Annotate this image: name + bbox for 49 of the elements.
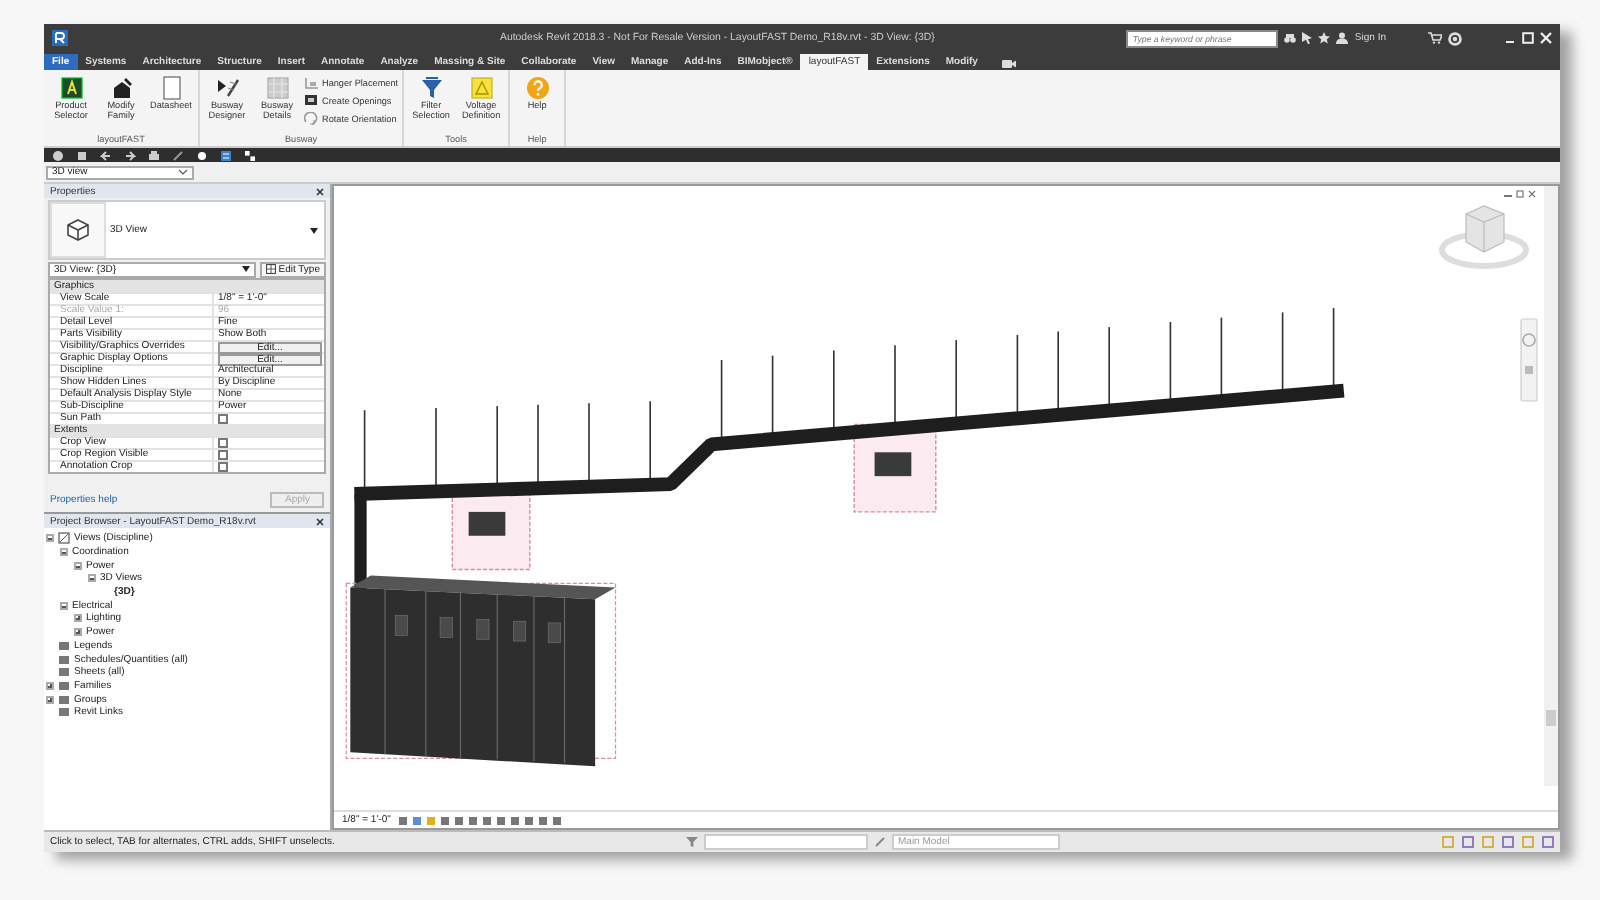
restore-icon[interactable] [1516,190,1526,198]
user-icon[interactable] [1336,32,1349,44]
checkbox[interactable] [218,450,228,460]
edit-icon[interactable] [874,836,886,848]
expand-icon[interactable] [74,614,82,623]
close-icon[interactable] [316,517,324,525]
app-logo-icon[interactable] [52,30,68,46]
caret-icon [310,227,318,233]
expand-icon[interactable] [46,681,54,690]
family-icon [109,76,133,100]
checkbox[interactable] [218,414,228,424]
list-icon[interactable] [220,149,232,161]
collapse-icon[interactable] [46,534,54,543]
caret-icon [242,266,251,272]
product-selector-icon [59,76,83,100]
minimize-icon[interactable] [1504,190,1514,198]
binoculars-icon[interactable] [1284,32,1297,44]
close-icon[interactable] [316,187,324,195]
pointer-icon[interactable] [1302,32,1313,44]
line-icon[interactable] [172,149,184,161]
collapse-icon[interactable] [60,548,68,557]
redo-icon[interactable] [124,149,136,161]
square-icon[interactable] [76,149,88,161]
expand-icon[interactable] [46,695,54,704]
caret-icon [178,168,188,176]
opening-icon [304,94,318,108]
warning-icon [469,76,494,100]
camera-icon[interactable] [1001,58,1016,68]
printer-icon[interactable] [148,149,160,161]
hanger-icon [304,76,318,90]
rotate-icon [304,112,318,126]
page-icon [159,76,183,100]
star-icon[interactable] [1318,32,1331,44]
undo-icon[interactable] [100,149,112,161]
maximize-icon[interactable] [1522,32,1534,44]
cart-icon[interactable] [1428,32,1442,44]
expand-icon[interactable] [74,628,82,637]
dot-icon[interactable] [196,149,208,161]
arrow-icon [215,76,239,100]
collapse-icon[interactable] [88,574,96,583]
collapse-icon[interactable] [74,561,82,570]
tiles-icon[interactable] [244,149,256,161]
checkbox[interactable] [218,438,228,448]
3d-view-icon [50,202,106,258]
edit-type-icon [266,264,277,274]
close-icon[interactable] [1528,190,1538,198]
collapse-icon[interactable] [60,601,68,610]
circle-icon[interactable] [52,149,64,161]
checkbox[interactable] [218,462,228,472]
